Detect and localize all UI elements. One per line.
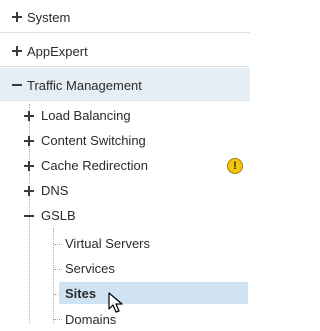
nav-item-gslb-label: GSLB bbox=[41, 208, 76, 223]
warning-icon[interactable]: ! bbox=[227, 158, 243, 174]
nav-item-traffic-management-label: Traffic Management bbox=[27, 78, 142, 93]
plus-icon[interactable] bbox=[24, 186, 34, 196]
plus-icon[interactable] bbox=[24, 161, 34, 171]
plus-icon[interactable] bbox=[12, 46, 22, 56]
nav-item-system-label: System bbox=[27, 10, 71, 25]
plus-icon[interactable] bbox=[24, 136, 34, 146]
nav-item-sites-label: Sites bbox=[65, 286, 97, 301]
cursor-icon bbox=[108, 292, 123, 313]
nav-item-virtual-servers[interactable]: Virtual Servers bbox=[0, 232, 250, 256]
nav-item-system[interactable]: System bbox=[0, 0, 250, 33]
nav-item-load-balancing-label: Load Balancing bbox=[41, 108, 131, 123]
nav-item-cache-redirection-label: Cache Redirection bbox=[41, 158, 148, 173]
minus-icon[interactable] bbox=[12, 80, 22, 90]
nav-item-load-balancing[interactable]: Load Balancing bbox=[0, 105, 250, 129]
nav-item-content-switching[interactable]: Content Switching bbox=[0, 130, 250, 154]
nav-item-dns[interactable]: DNS bbox=[0, 180, 250, 204]
nav-item-services-label: Services bbox=[65, 261, 115, 276]
nav-item-content-switching-label: Content Switching bbox=[41, 133, 146, 148]
nav-item-traffic-management[interactable]: Traffic Management bbox=[0, 68, 250, 101]
nav-item-cache-redirection[interactable]: Cache Redirection bbox=[0, 155, 250, 179]
plus-icon[interactable] bbox=[12, 12, 22, 22]
nav-item-gslb[interactable]: GSLB bbox=[0, 205, 250, 229]
nav-item-services[interactable]: Services bbox=[0, 257, 250, 281]
minus-icon[interactable] bbox=[24, 211, 34, 221]
nav-item-dns-label: DNS bbox=[41, 183, 69, 198]
nav-item-appexpert-label: AppExpert bbox=[27, 44, 88, 59]
plus-icon[interactable] bbox=[24, 111, 34, 121]
nav-item-appexpert[interactable]: AppExpert bbox=[0, 34, 250, 67]
nav-item-domains-label: Domains bbox=[65, 312, 117, 327]
nav-item-virtual-servers-label: Virtual Servers bbox=[65, 236, 151, 251]
